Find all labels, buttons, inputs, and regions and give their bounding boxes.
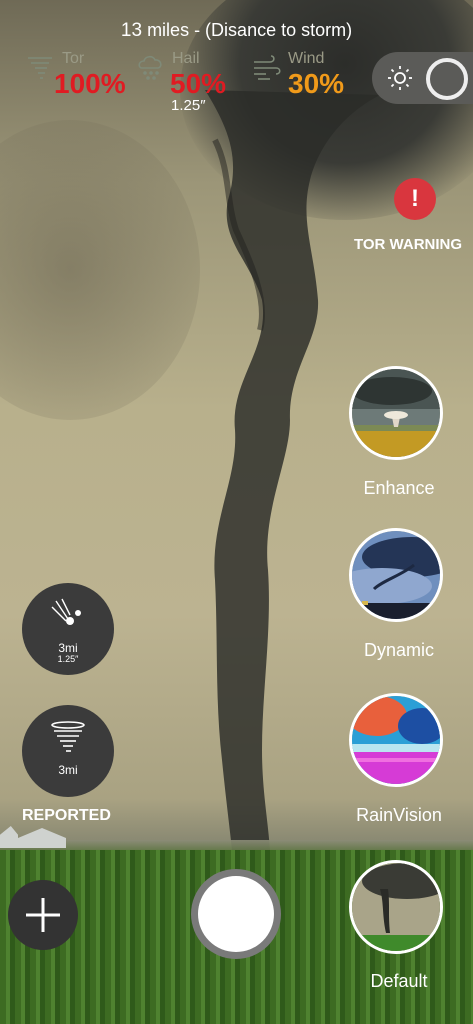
mode-enhance-label: Enhance bbox=[363, 478, 435, 498]
tornado-report-button[interactable]: 3mi bbox=[22, 705, 114, 797]
mode-default-button[interactable] bbox=[349, 860, 443, 954]
tornado-icon bbox=[28, 57, 52, 79]
mode-dynamic-button[interactable] bbox=[349, 528, 443, 622]
mode-enhance-button[interactable] bbox=[349, 366, 443, 460]
mode-rainvision-label: RainVision bbox=[356, 805, 442, 825]
warning-badge[interactable]: ! bbox=[394, 178, 436, 220]
reported-label: REPORTED bbox=[22, 807, 111, 824]
warning-label[interactable]: TOR WARNING bbox=[354, 236, 462, 253]
metric-label: Hail bbox=[172, 50, 200, 67]
metric-label: Wind bbox=[288, 50, 325, 67]
metric-label: Tor bbox=[62, 50, 85, 67]
sun-icon bbox=[388, 66, 412, 90]
capture-button[interactable] bbox=[191, 869, 281, 959]
hail-report-distance: 3mi bbox=[58, 641, 78, 655]
mode-dynamic-label: Dynamic bbox=[363, 640, 434, 660]
plus-icon bbox=[26, 898, 60, 932]
tornado-report-icon bbox=[51, 721, 85, 752]
shutter-inner[interactable] bbox=[198, 876, 274, 952]
distance-text: miles - (Disance to storm) bbox=[147, 20, 353, 40]
add-button[interactable] bbox=[8, 880, 78, 950]
wind-icon bbox=[254, 55, 281, 80]
distance-value: 13 bbox=[120, 20, 143, 41]
hail-report-button[interactable]: 3mi 1.25″ bbox=[22, 583, 114, 675]
metric-value: 100% bbox=[54, 68, 126, 99]
camera-view: 13 miles - (Disance to storm) Tor 100% H… bbox=[0, 0, 473, 1024]
toggle-knob[interactable] bbox=[426, 58, 468, 100]
metric-value: 30% bbox=[288, 68, 345, 99]
hail-size: 1.25″ bbox=[171, 97, 206, 114]
hail-report-icon bbox=[51, 598, 81, 625]
metric-value: 50% bbox=[170, 68, 227, 99]
mode-rainvision-button[interactable] bbox=[349, 693, 443, 787]
hail-report-size: 1.25″ bbox=[57, 654, 79, 664]
mode-default-label: Default bbox=[370, 971, 428, 991]
storm-distance: 13 miles - (Disance to storm) bbox=[0, 20, 473, 42]
hail-icon bbox=[138, 55, 162, 80]
brightness-toggle[interactable] bbox=[372, 52, 473, 104]
tornado-report-distance: 3mi bbox=[58, 763, 78, 777]
